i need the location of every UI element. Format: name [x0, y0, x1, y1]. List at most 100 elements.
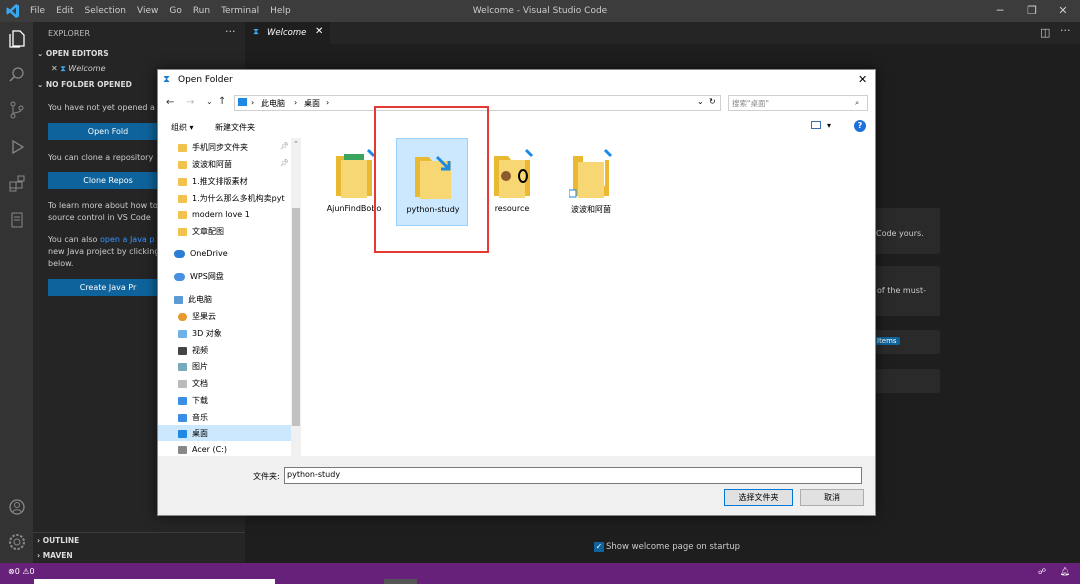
- nav-item[interactable]: 1.为什么那么多机构卖pyt: [178, 193, 290, 204]
- minimize-icon[interactable]: ─: [983, 0, 1017, 22]
- menu-view[interactable]: View: [137, 6, 158, 16]
- folder-icon: [178, 227, 187, 236]
- nav-item[interactable]: 文章配图: [178, 226, 290, 237]
- java-text-3: below.: [48, 259, 74, 268]
- open-editor-item[interactable]: ✕ ⧗ Welcome: [51, 64, 105, 74]
- breadcrumb-sep-icon: ›: [251, 98, 255, 107]
- scroll-thumb[interactable]: [292, 208, 300, 426]
- notifications-bell-icon[interactable]: 🔔︎: [1060, 567, 1070, 576]
- scroll-up-icon[interactable]: ⌃: [293, 140, 299, 148]
- breadcrumb-this-pc[interactable]: 此电脑: [261, 98, 285, 109]
- welcome-card-1[interactable]: Code yours.: [870, 208, 940, 254]
- select-folder-button[interactable]: 选择文件夹: [724, 489, 793, 506]
- nav-item[interactable]: 音乐: [178, 412, 290, 423]
- pin-icon: 📌︎: [280, 142, 289, 150]
- run-debug-icon[interactable]: [6, 136, 28, 158]
- tab-welcome[interactable]: ⧗ Welcome ✕: [245, 22, 330, 44]
- open-java-link[interactable]: open a Java p: [100, 235, 154, 244]
- nav-item[interactable]: modern love 1: [178, 210, 290, 219]
- problems-indicator[interactable]: ⊗0 ⚠0: [8, 567, 35, 576]
- outline-header[interactable]: › OUTLINE: [37, 536, 79, 545]
- vscode-logo-icon: [6, 4, 19, 18]
- nav-item-onedrive[interactable]: OneDrive: [174, 249, 286, 258]
- menu-bar: File Edit Selection View Go Run Terminal…: [30, 0, 302, 22]
- nav-item[interactable]: 1.推文排版素材: [178, 176, 290, 187]
- folder-name-input[interactable]: python-study: [284, 467, 862, 484]
- menu-help[interactable]: Help: [270, 6, 291, 16]
- nav-item[interactable]: 视频: [178, 345, 290, 356]
- open-editors-header[interactable]: ⌄ OPEN EDITORS: [37, 49, 109, 58]
- no-folder-header[interactable]: ⌄ NO FOLDER OPENED: [37, 80, 132, 89]
- breadcrumb-desktop[interactable]: 桌面: [304, 98, 320, 109]
- new-folder-button[interactable]: 新建文件夹: [215, 122, 255, 133]
- search-icon[interactable]: [6, 64, 28, 86]
- welcome-card-3[interactable]: Items: [870, 330, 940, 354]
- nav-item[interactable]: 下载: [178, 395, 290, 406]
- clone-repository-button[interactable]: Clone Repos: [48, 172, 168, 189]
- nav-item[interactable]: 手机同步文件夹: [178, 142, 290, 153]
- view-options-icon[interactable]: [811, 121, 821, 129]
- source-control-icon[interactable]: [6, 99, 28, 121]
- more-actions-icon[interactable]: ···: [1060, 24, 1071, 37]
- nav-item[interactable]: 坚果云: [178, 311, 290, 322]
- settings-gear-icon[interactable]: [6, 531, 28, 553]
- menu-selection[interactable]: Selection: [85, 6, 126, 16]
- checkbox-checked-icon[interactable]: ✓: [594, 542, 604, 552]
- live-share-icon[interactable]: ☍: [1038, 567, 1046, 576]
- menu-edit[interactable]: Edit: [56, 6, 73, 16]
- nutstore-icon: [178, 312, 187, 321]
- up-arrow-icon[interactable]: ↑: [218, 96, 226, 107]
- error-icon: ⊗: [8, 567, 15, 576]
- folder-item[interactable]: 波波和阿菌: [555, 138, 627, 226]
- refresh-icon[interactable]: ↻: [709, 97, 716, 106]
- dialog-title: Open Folder: [178, 75, 233, 85]
- learn-more-text-2: source control in VS Code: [48, 213, 151, 222]
- split-editor-icon[interactable]: ◫: [1040, 26, 1050, 39]
- search-input[interactable]: 搜索"桌面" ⌕: [728, 95, 868, 111]
- nav-item[interactable]: 波波和阿菌: [178, 159, 290, 170]
- nav-item-wps[interactable]: WPS网盘: [174, 271, 286, 282]
- folder-icon: [178, 160, 187, 169]
- help-icon[interactable]: ?: [854, 120, 866, 132]
- menu-terminal[interactable]: Terminal: [221, 6, 259, 16]
- nav-scrollbar[interactable]: ⌃: [291, 138, 301, 456]
- computer-icon: [174, 295, 183, 304]
- explorer-icon[interactable]: [6, 28, 28, 50]
- folder-icon: [178, 143, 187, 152]
- nav-item[interactable]: 文档: [178, 378, 290, 389]
- nav-item[interactable]: 图片: [178, 361, 290, 372]
- java-projects-icon[interactable]: [6, 209, 28, 231]
- organize-button[interactable]: 组织 ▾: [171, 122, 194, 133]
- back-arrow-icon[interactable]: ←: [166, 97, 174, 108]
- menu-file[interactable]: File: [30, 6, 45, 16]
- menu-run[interactable]: Run: [193, 6, 210, 16]
- forward-arrow-icon[interactable]: →: [186, 97, 194, 108]
- close-icon[interactable]: ✕: [51, 64, 60, 73]
- account-icon[interactable]: [6, 496, 28, 518]
- maven-header[interactable]: › MAVEN: [37, 551, 73, 560]
- welcome-card-2[interactable]: of the must-: [870, 266, 940, 316]
- create-java-project-button[interactable]: Create Java Pr: [48, 279, 168, 296]
- close-tab-icon[interactable]: ✕: [315, 26, 323, 37]
- close-dialog-icon[interactable]: ✕: [858, 73, 867, 86]
- chevron-down-icon[interactable]: ⌄: [697, 97, 704, 106]
- downloads-icon: [178, 396, 187, 405]
- extensions-icon[interactable]: [6, 173, 28, 195]
- video-icon: [178, 346, 187, 355]
- maximize-icon[interactable]: ❐: [1015, 0, 1049, 22]
- menu-go[interactable]: Go: [169, 6, 181, 16]
- nav-item[interactable]: 3D 对象: [178, 328, 290, 339]
- chevron-down-icon[interactable]: ▾: [827, 121, 831, 130]
- open-folder-button[interactable]: Open Fold: [48, 123, 168, 140]
- more-actions-icon[interactable]: ···: [225, 25, 236, 38]
- nav-item-drive-c[interactable]: Acer (C:): [178, 445, 290, 454]
- recent-locations-icon[interactable]: ⌄: [206, 97, 213, 106]
- cloud-icon: [174, 272, 185, 281]
- welcome-card-4[interactable]: [870, 369, 940, 393]
- cancel-button[interactable]: 取消: [800, 489, 864, 506]
- nav-item-this-pc[interactable]: 此电脑: [174, 294, 286, 305]
- chevron-down-icon: ⌄: [37, 80, 46, 89]
- nav-item-desktop[interactable]: 桌面: [178, 428, 290, 439]
- pictures-icon: [178, 362, 187, 371]
- close-window-icon[interactable]: ✕: [1046, 0, 1080, 22]
